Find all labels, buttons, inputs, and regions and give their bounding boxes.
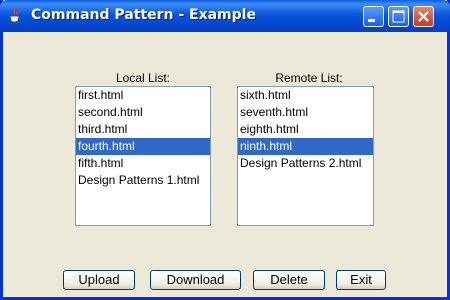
- delete-button[interactable]: Delete: [253, 270, 325, 290]
- close-icon: [418, 11, 429, 22]
- title-bar[interactable]: Command Pattern - Example: [0, 0, 450, 32]
- exit-button[interactable]: Exit: [336, 270, 386, 290]
- list-item[interactable]: fifth.html: [76, 155, 210, 172]
- list-item[interactable]: Design Patterns 2.html: [238, 155, 373, 172]
- minimize-button[interactable]: [363, 6, 384, 27]
- java-coffee-cup-icon[interactable]: [7, 8, 23, 24]
- remote-list[interactable]: sixth.html seventh.html eighth.html ninth.h…: [237, 86, 374, 226]
- list-item[interactable]: eighth.html: [238, 121, 373, 138]
- list-item[interactable]: seventh.html: [238, 104, 373, 121]
- list-item[interactable]: second.html: [76, 104, 210, 121]
- upload-button[interactable]: Upload: [63, 270, 135, 290]
- list-item[interactable]: first.html: [76, 87, 210, 104]
- maximize-icon: [392, 10, 405, 23]
- list-item[interactable]: third.html: [76, 121, 210, 138]
- list-item[interactable]: ninth.html: [238, 138, 373, 155]
- minimize-icon: [368, 19, 375, 22]
- list-item[interactable]: fourth.html: [76, 138, 210, 155]
- local-list-label: Local List:: [115, 71, 171, 85]
- local-list[interactable]: first.html second.html third.html fourth.ht…: [75, 86, 211, 226]
- main-window: Command Pattern - Example Local List: fi…: [0, 0, 450, 300]
- remote-list-label: Remote List:: [275, 71, 343, 85]
- window-title: Command Pattern - Example: [31, 7, 256, 23]
- list-item[interactable]: sixth.html: [238, 87, 373, 104]
- close-button[interactable]: [413, 6, 434, 27]
- maximize-button[interactable]: [388, 6, 409, 27]
- list-item[interactable]: Design Patterns 1.html: [76, 172, 210, 189]
- download-button[interactable]: Download: [150, 270, 241, 290]
